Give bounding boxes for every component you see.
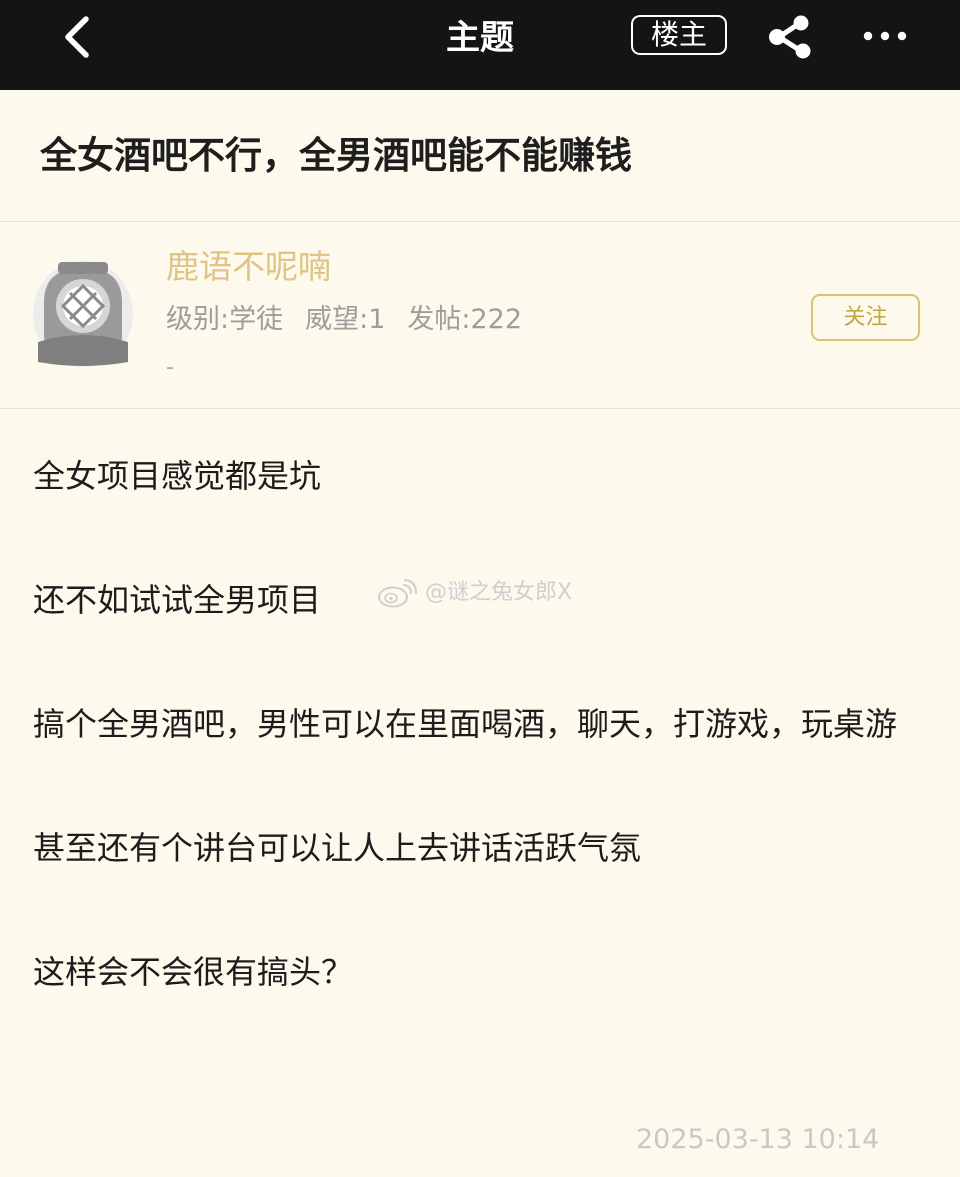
author-signature: - — [166, 355, 174, 380]
post-paragraph: 搞个全男酒吧，男性可以在里面喝酒，聊天，打游戏，玩桌游 — [33, 705, 898, 743]
avatar[interactable] — [30, 258, 136, 370]
post-title: 全女酒吧不行，全男酒吧能不能赚钱 — [40, 134, 632, 177]
author-name[interactable]: 鹿语不呢喃 — [166, 244, 331, 290]
op-only-button[interactable]: 楼主 — [631, 15, 727, 55]
weibo-icon — [378, 579, 417, 608]
divider — [0, 408, 960, 409]
author-reputation: 威望:1 — [305, 304, 386, 335]
divider — [0, 221, 960, 222]
watermark: @谜之兔女郎X — [376, 577, 572, 609]
post-timestamp: 2025-03-13 10:14 — [636, 1124, 880, 1155]
more-horizontal-icon[interactable] — [858, 24, 912, 48]
author-stats: 级别:学徒 威望:1 发帖:222 — [166, 299, 522, 341]
follow-button[interactable]: 关注 — [811, 294, 920, 341]
post-body: 全女项目感觉都是坑 还不如试试全男项目 搞个全男酒吧，男性可以在里面喝酒，聊天，… — [33, 445, 913, 1065]
chevron-left-icon[interactable] — [56, 15, 100, 59]
post-paragraph: 甚至还有个讲台可以让人上去讲话活跃气氛 — [33, 829, 642, 867]
page-title: 主题 — [446, 18, 514, 58]
post-paragraph: 全女项目感觉都是坑 — [33, 457, 322, 495]
watermark-text: @谜之兔女郎X — [425, 580, 573, 605]
post-paragraph: 这样会不会很有搞头？ — [33, 953, 354, 991]
author-level: 级别:学徒 — [166, 304, 284, 335]
author-post-count: 发帖:222 — [407, 304, 523, 335]
share-icon[interactable] — [764, 14, 816, 60]
top-nav-bar: 主题 楼主 — [0, 0, 960, 90]
